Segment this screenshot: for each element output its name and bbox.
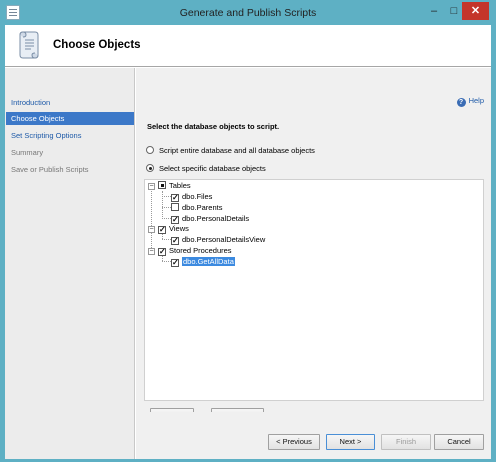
tree-node-procedure[interactable]: ✓ dbo.GetAllData [171, 256, 235, 267]
section-title: Select the database objects to script. [147, 122, 280, 131]
window-title: Generate and Publish Scripts [179, 7, 317, 19]
option-entire-database[interactable]: Script entire database and all database … [146, 145, 315, 157]
help-icon: ? [456, 98, 466, 107]
nav-item-set-scripting-options[interactable]: Set Scripting Options [6, 129, 134, 142]
nav-item-choose-objects[interactable]: Choose Objects [6, 112, 134, 125]
collapse-icon[interactable]: − [148, 226, 155, 233]
finish-button: Finish [381, 434, 431, 450]
tree-node-view[interactable]: ✓ dbo.PersonalDetailsView [171, 234, 265, 245]
wizard-footer: < Previous Next > Finish Cancel [136, 412, 491, 459]
views-checkbox[interactable]: ✓ [158, 226, 166, 234]
option-specific-objects[interactable]: Select specific database objects [146, 163, 266, 175]
object-tree[interactable]: − Tables ✓ dbo.Files dbo.Parents ✓ dbo.Pers… [144, 179, 484, 401]
tree-node-label: Tables [169, 181, 191, 190]
tree-node-table[interactable]: ✓ dbo.Files [171, 191, 212, 202]
close-button[interactable]: ✕ [462, 2, 489, 20]
wizard-body: Choose Objects Introduction Choose Objec… [5, 25, 491, 459]
collapse-icon[interactable]: − [148, 183, 155, 190]
previous-button[interactable]: < Previous [268, 434, 320, 450]
tree-node-label: Views [169, 224, 189, 233]
help-label: Help [468, 96, 484, 105]
wizard-steps-nav: Introduction Choose Objects Set Scriptin… [5, 68, 135, 459]
option-entire-database-label: Script entire database and all database … [159, 146, 315, 155]
minimize-button[interactable]: – [424, 2, 444, 20]
tree-node-label: dbo.PersonalDetailsView [182, 235, 266, 244]
nav-item-introduction[interactable]: Introduction [6, 96, 134, 109]
tree-node-label-selected: dbo.GetAllData [182, 257, 235, 266]
tree-guide [162, 218, 171, 219]
page-title: Choose Objects [53, 39, 141, 51]
wizard-window: Generate and Publish Scripts – □ ✕ Choos… [0, 0, 496, 462]
radio-entire-database[interactable] [146, 146, 154, 154]
radio-specific-objects[interactable] [146, 164, 154, 172]
wizard-header: Choose Objects [5, 25, 491, 67]
tree-node-label: dbo.Files [182, 192, 213, 201]
cancel-button[interactable]: Cancel [434, 434, 484, 450]
checkbox-checked[interactable]: ✓ [171, 237, 179, 245]
tree-guide [162, 239, 171, 240]
tree-node-label: Stored Procedures [169, 246, 232, 255]
tree-node-stored-procedures[interactable]: − ✓ Stored Procedures [148, 245, 232, 256]
tables-checkbox[interactable] [158, 181, 166, 189]
checkbox-checked[interactable]: ✓ [171, 194, 179, 202]
tree-node-table[interactable]: dbo.Parents [171, 202, 222, 213]
checkbox-checked[interactable]: ✓ [171, 259, 179, 267]
nav-item-save-or-publish: Save or Publish Scripts [11, 165, 89, 174]
option-specific-objects-label: Select specific database objects [159, 164, 266, 173]
procs-checkbox[interactable]: ✓ [158, 248, 166, 256]
tree-guide [162, 207, 171, 208]
tree-guide [162, 261, 171, 262]
tree-guide [162, 196, 171, 197]
tree-node-label: dbo.Parents [182, 203, 223, 212]
tree-guide-root [151, 188, 152, 250]
scroll-script-icon [19, 31, 39, 59]
tree-node-views[interactable]: − ✓ Views [148, 223, 189, 234]
title-bar[interactable]: Generate and Publish Scripts – □ ✕ [1, 1, 495, 25]
maximize-button[interactable]: □ [444, 2, 464, 20]
checkbox-unchecked[interactable] [171, 203, 179, 211]
collapse-icon[interactable]: − [148, 248, 155, 255]
nav-item-summary: Summary [11, 148, 44, 157]
main-panel: ? Help Select the database objects to scr… [136, 68, 491, 424]
next-button[interactable]: Next > [326, 434, 375, 450]
tree-node-tables[interactable]: − Tables [148, 180, 191, 191]
help-link[interactable]: ? Help [456, 96, 484, 107]
tree-node-label: dbo.PersonalDetails [182, 214, 250, 223]
